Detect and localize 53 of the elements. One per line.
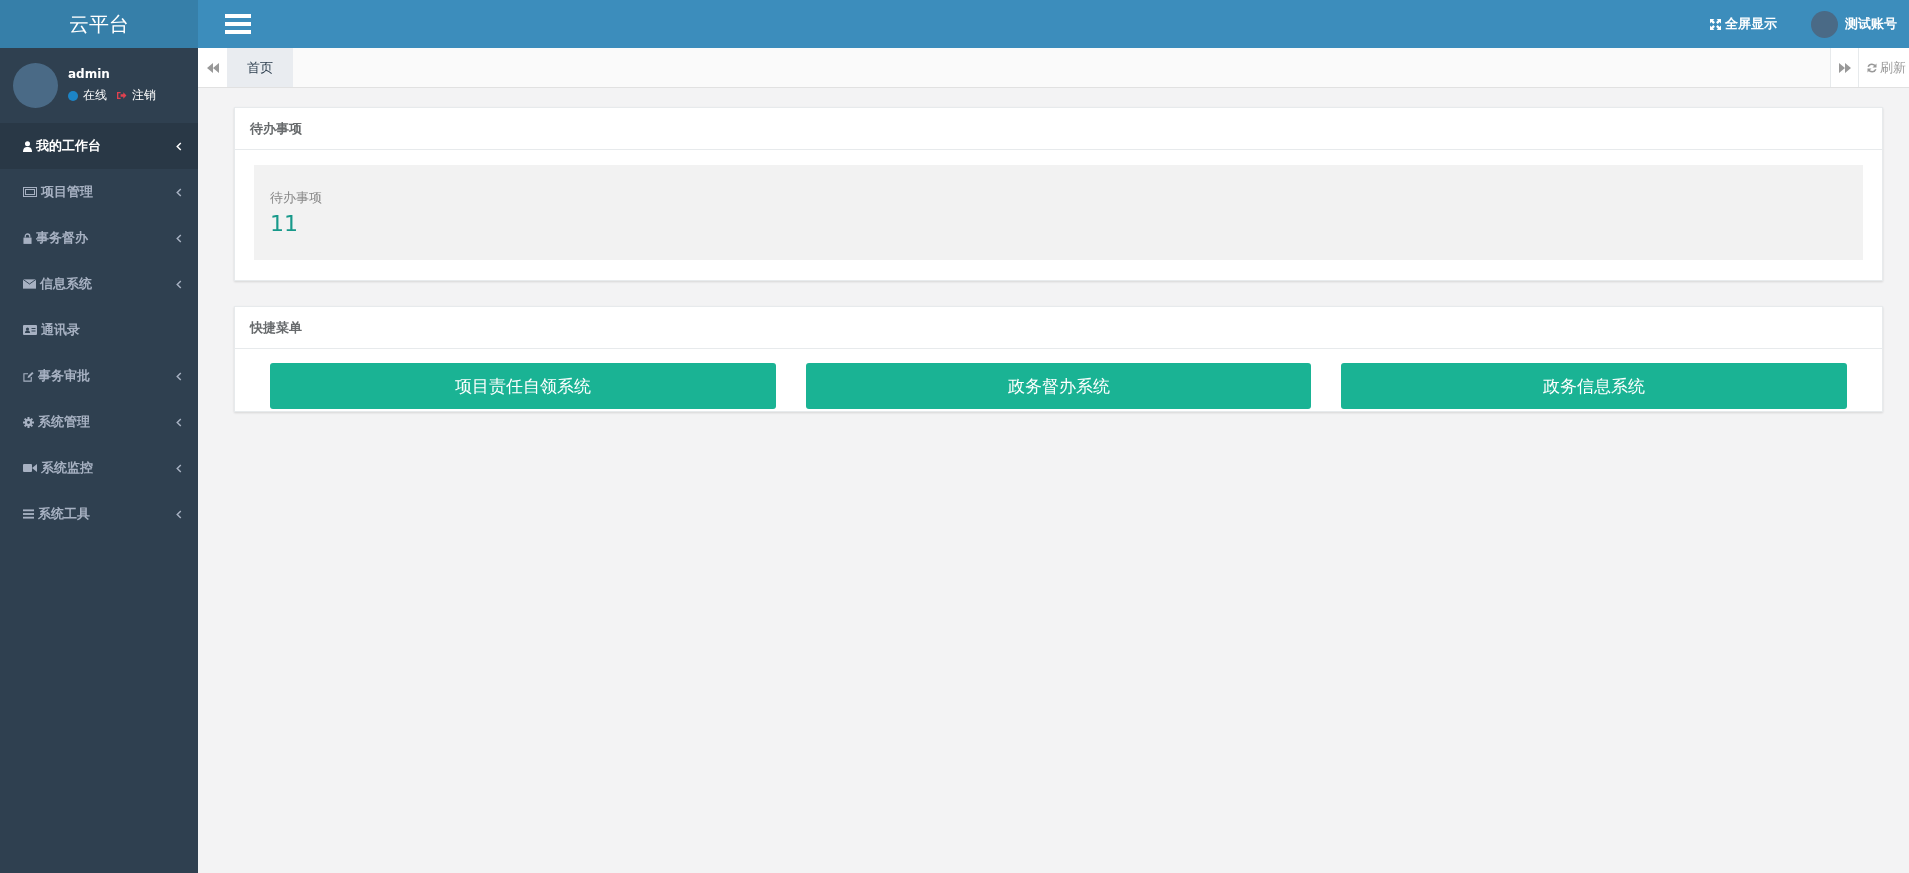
- stat-label: 待办事项: [270, 189, 323, 207]
- sidebar-item[interactable]: 我的工作台: [0, 123, 198, 169]
- panel-title: 快捷菜单: [235, 307, 1882, 349]
- sidebar-item[interactable]: 项目管理: [0, 169, 198, 215]
- sidebar-item-label: 我的工作台: [36, 137, 102, 155]
- sidebar-item[interactable]: 系统工具: [0, 491, 198, 537]
- quick-menu-button[interactable]: 项目责任自领系统: [270, 363, 776, 409]
- sidebar-item-label: 事务审批: [38, 367, 91, 385]
- video-camera-icon: [23, 463, 37, 473]
- refresh-icon: [1867, 62, 1877, 73]
- list-icon: [23, 509, 34, 519]
- user-name: admin: [68, 67, 111, 81]
- edit-icon: [23, 370, 34, 382]
- sidebar-item-label: 信息系统: [40, 275, 93, 293]
- user-icon: [23, 140, 32, 152]
- double-left-arrow-icon: [206, 62, 219, 73]
- panel-title: 待办事项: [235, 108, 1882, 150]
- sidebar-item-label: 系统监控: [41, 459, 94, 477]
- account-name[interactable]: 测试账号: [1845, 15, 1897, 33]
- sidebar-item[interactable]: 事务督办: [0, 215, 198, 261]
- sidebar-item[interactable]: 信息系统: [0, 261, 198, 307]
- sidebar-item[interactable]: 系统管理: [0, 399, 198, 445]
- sidebar-item-label: 系统管理: [38, 413, 91, 431]
- refresh-button[interactable]: 刷新: [1859, 48, 1909, 87]
- sidebar-item[interactable]: 事务审批: [0, 353, 198, 399]
- menu-icon[interactable]: [225, 14, 251, 34]
- quick-menu-button[interactable]: 政务信息系统: [1341, 363, 1847, 409]
- online-status: 在线: [83, 87, 107, 104]
- expand-icon: [1710, 18, 1721, 30]
- page-tab[interactable]: 首页: [227, 48, 293, 87]
- sidebar-item-label: 事务督办: [36, 229, 89, 247]
- logout-link[interactable]: 注销: [132, 87, 156, 104]
- sidebar-item[interactable]: 通讯录: [0, 307, 198, 353]
- contact-card-icon: [23, 325, 37, 335]
- sidebar-item-label: 通讯录: [41, 321, 81, 339]
- sidebar-item[interactable]: 系统监控: [0, 445, 198, 491]
- stat-value: 11: [270, 211, 299, 236]
- id-card-icon: [23, 187, 37, 197]
- brand-title: 云平台: [0, 0, 198, 48]
- sidebar-item-label: 项目管理: [41, 183, 94, 201]
- sidebar-item-label: 系统工具: [38, 505, 91, 523]
- lock-icon: [23, 232, 32, 244]
- user-avatar: [13, 63, 58, 108]
- double-right-arrow-icon: [1838, 62, 1851, 73]
- envelope-icon: [23, 279, 36, 289]
- gear-icon: [23, 416, 34, 428]
- fullscreen-button[interactable]: 全屏显示: [1710, 15, 1777, 33]
- account-avatar: [1811, 10, 1838, 38]
- logout-icon: [116, 91, 127, 100]
- scroll-left-button[interactable]: [198, 48, 227, 87]
- scroll-right-button[interactable]: [1830, 48, 1859, 87]
- online-dot-icon: [68, 90, 78, 101]
- quick-menu-button[interactable]: 政务督办系统: [805, 363, 1312, 409]
